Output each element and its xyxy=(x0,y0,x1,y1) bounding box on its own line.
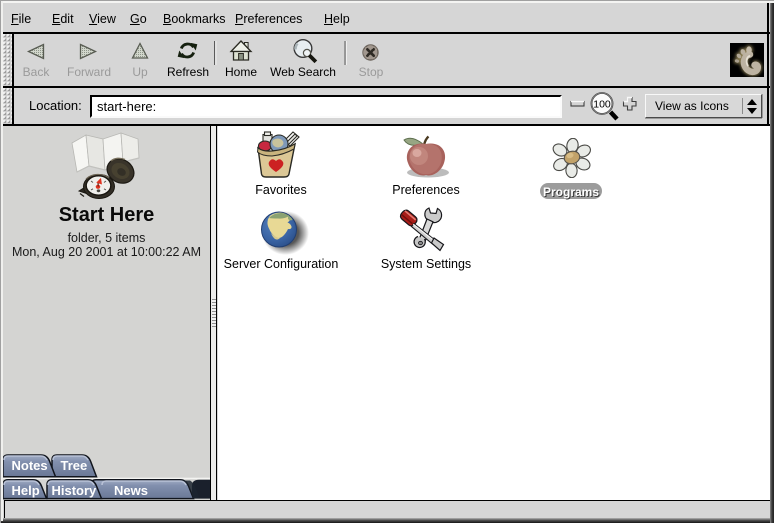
svg-text:History: History xyxy=(52,483,98,498)
svg-text:Tree: Tree xyxy=(61,458,88,473)
svg-text:News: News xyxy=(114,483,148,498)
svg-text:100: 100 xyxy=(593,99,611,111)
svg-text:Notes: Notes xyxy=(12,458,48,473)
svg-text:Help: Help xyxy=(12,483,40,498)
